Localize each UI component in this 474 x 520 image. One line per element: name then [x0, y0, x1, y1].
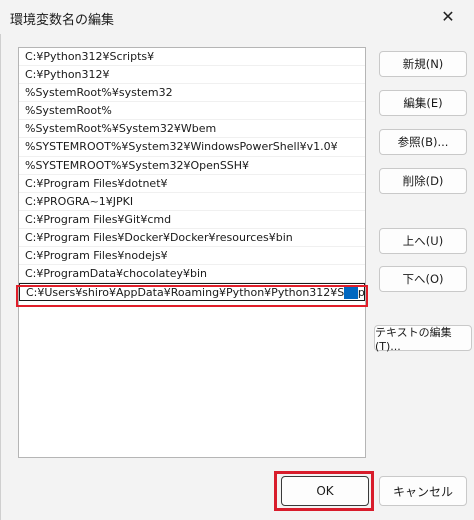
list-item[interactable]: %SystemRoot%¥System32¥Wbem	[19, 120, 365, 139]
list-item[interactable]: %SYSTEMROOT%¥System32¥WindowsPowerShell¥…	[19, 138, 365, 157]
list-item[interactable]: C:¥Python312¥Scripts¥	[19, 48, 365, 67]
list-item[interactable]: %SystemRoot%¥system32	[19, 84, 365, 103]
list-item[interactable]: %SYSTEMROOT%¥System32¥OpenSSH¥	[19, 157, 365, 175]
window-edge	[0, 34, 1, 520]
path-list[interactable]: C:¥Python312¥Scripts¥ C:¥Python312¥ %Sys…	[18, 47, 366, 458]
move-up-button[interactable]: 上へ(U)	[379, 228, 467, 254]
edit-text-button[interactable]: テキストの編集(T)...	[374, 325, 472, 353]
list-item[interactable]: C:¥ProgramData¥chocolatey¥bin	[19, 265, 365, 284]
ok-button[interactable]: OK	[281, 476, 369, 506]
list-item[interactable]: C:¥Program Files¥Git¥cmd	[19, 211, 365, 229]
list-item[interactable]: %SystemRoot%	[19, 102, 365, 121]
title-bar: 環境変数名の編集 ✕	[0, 0, 474, 34]
move-down-button[interactable]: 下へ(O)	[379, 266, 467, 292]
path-edit-input[interactable]: C:¥Users¥shiro¥AppData¥Roaming¥Python¥Py…	[26, 286, 365, 299]
list-item[interactable]: C:¥Program Files¥Docker¥Docker¥resources…	[19, 229, 365, 248]
cancel-button[interactable]: キャンセル	[379, 476, 467, 506]
close-icon[interactable]: ✕	[428, 0, 468, 32]
list-item-editing[interactable]: C:¥Users¥shiro¥AppData¥Roaming¥Python¥Py…	[19, 283, 365, 302]
list-item[interactable]: C:¥Python312¥	[19, 66, 365, 85]
list-item[interactable]: C:¥Program Files¥nodejs¥	[19, 247, 365, 266]
delete-button[interactable]: 削除(D)	[379, 168, 467, 194]
browse-button[interactable]: 参照(B)...	[379, 129, 467, 155]
window-title: 環境変数名の編集	[10, 13, 115, 28]
list-item[interactable]: C:¥PROGRA~1¥JPKI	[19, 193, 365, 211]
edit-button[interactable]: 編集(E)	[379, 90, 467, 116]
text-cursor	[344, 286, 358, 300]
list-item[interactable]: C:¥Program Files¥dotnet¥	[19, 175, 365, 193]
new-button[interactable]: 新規(N)	[379, 51, 467, 77]
